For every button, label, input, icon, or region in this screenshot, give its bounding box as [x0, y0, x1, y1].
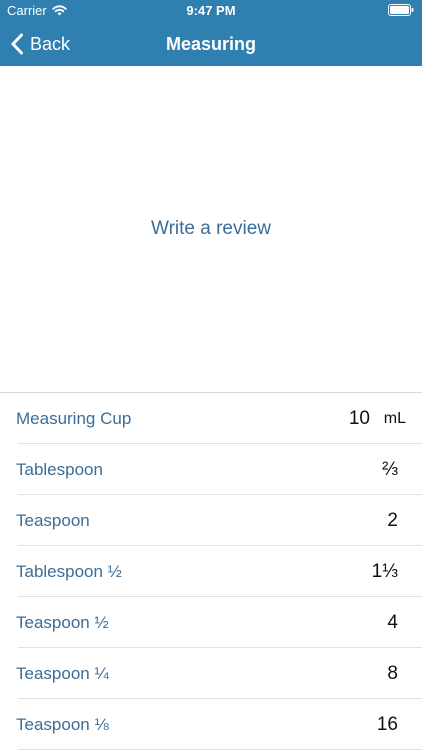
measurement-row-teaspoon-eighth[interactable]: Teaspoon ⅛ 16 — [0, 699, 422, 750]
measurement-row-tablespoon-half[interactable]: Tablespoon ½ 1⅓ — [0, 546, 422, 597]
row-unit: mL — [383, 410, 406, 427]
measurement-row-measuring-cup[interactable]: Measuring Cup 10 mL — [0, 393, 422, 444]
status-time: 9:47 PM — [186, 3, 236, 18]
row-value: 1⅓ — [371, 561, 398, 582]
row-label: Teaspoon ⅛ — [16, 715, 109, 734]
page-title: Measuring — [165, 34, 257, 54]
row-label: Teaspoon ½ — [16, 613, 109, 632]
battery-icon — [388, 4, 414, 16]
row-value: 2 — [387, 510, 398, 531]
measurement-row-tablespoon[interactable]: Tablespoon ⅔ — [0, 444, 422, 495]
navigation-bar: Back Measuring — [0, 22, 422, 66]
row-value: 16 — [376, 714, 398, 735]
row-label: Teaspoon ¼ — [16, 664, 109, 683]
measurement-row-teaspoon[interactable]: Teaspoon 2 — [0, 495, 422, 546]
measurement-list: Measuring Cup 10 mL Tablespoon ⅔ Teaspoo… — [0, 393, 422, 750]
row-value: 8 — [387, 663, 398, 684]
status-bar: Carrier 9:47 PM — [0, 0, 422, 22]
row-value: ⅔ — [382, 459, 398, 480]
measuring-screen: Carrier 9:47 PM Back Measuring Write a r… — [0, 0, 422, 750]
review-area: Write a review — [0, 66, 422, 392]
write-review-link[interactable]: Write a review — [151, 218, 271, 240]
header: Carrier 9:47 PM Back Measuring — [0, 0, 422, 66]
row-value: 10 — [348, 408, 370, 429]
row-label: Tablespoon ½ — [16, 562, 122, 581]
row-label: Measuring Cup — [16, 409, 132, 428]
measurement-row-teaspoon-half[interactable]: Teaspoon ½ 4 — [0, 597, 422, 648]
measurement-row-teaspoon-quarter[interactable]: Teaspoon ¼ 8 — [0, 648, 422, 699]
row-label: Teaspoon — [16, 511, 90, 530]
row-value: 4 — [387, 612, 398, 633]
row-label: Tablespoon — [16, 460, 103, 479]
